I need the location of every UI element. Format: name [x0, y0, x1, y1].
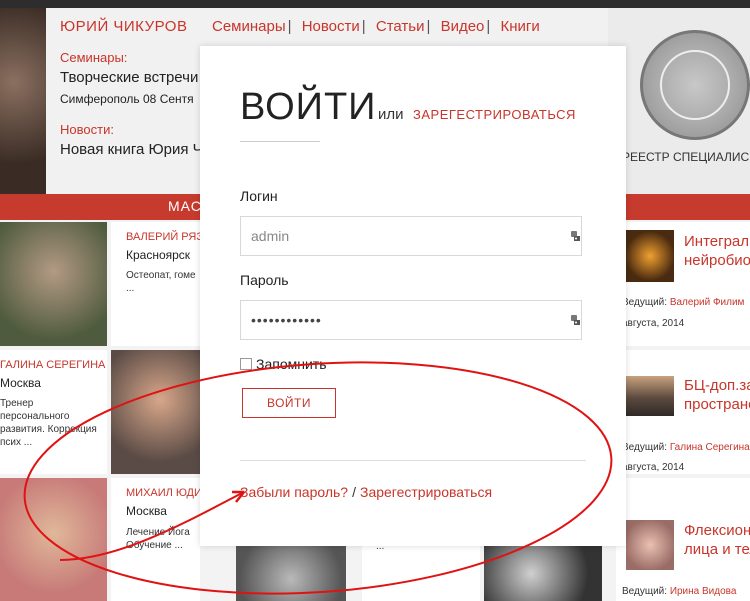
news-headline[interactable]: Новая книга Юрия Ч: [60, 141, 203, 158]
news-title[interactable]: Интеграл: [684, 232, 749, 251]
specialist-name[interactable]: МИХАИЛ ЮДИН: [126, 487, 210, 499]
news-label: Новости:: [60, 122, 114, 137]
remember-row: Запомнить: [240, 356, 327, 372]
remember-label[interactable]: Запомнить: [256, 356, 327, 372]
specialist-city: Красноярск: [126, 248, 191, 262]
specialist-desc: Тренер персонального развития. Коррекция…: [0, 398, 97, 448]
nav-books[interactable]: Книги: [500, 18, 539, 35]
password-label: Пароль: [240, 272, 289, 288]
key-icon[interactable]: [569, 230, 581, 242]
news-title[interactable]: лица и тел: [684, 540, 750, 559]
specialist-photo[interactable]: [0, 222, 107, 346]
seminars-label: Семинары:: [60, 50, 128, 65]
top-bar: [0, 0, 750, 8]
news-meta: Ведущий: Валерий Филим: [622, 297, 744, 308]
nav-articles[interactable]: Статьи: [376, 18, 425, 35]
news-author[interactable]: Галина Серегина: [670, 442, 750, 453]
specialist-desc: Лечение Йога Обучение ...: [126, 527, 190, 551]
specialist-name[interactable]: ГАЛИНА СЕРЕГИНА: [0, 359, 105, 371]
specialist-photo[interactable]: [236, 546, 346, 601]
specialist-city: Москва: [0, 376, 41, 390]
news-title[interactable]: пространс: [684, 395, 750, 414]
news-meta-prefix: Ведущий:: [622, 442, 670, 453]
logo-ring-icon: [660, 50, 730, 120]
news-date: августа, 2014: [622, 462, 685, 473]
hero-photo: [0, 8, 46, 194]
news-meta: Ведущий: Ирина Видова: [622, 586, 736, 597]
news-title[interactable]: нейробио: [684, 251, 750, 270]
forgot-password-link[interactable]: Забыли пароль?: [240, 484, 348, 500]
specialist-photo[interactable]: [0, 478, 107, 601]
specialist-card[interactable]: [362, 546, 480, 601]
password-input[interactable]: [240, 300, 582, 340]
news-meta: Ведущий: Галина Серегина: [622, 442, 750, 453]
news-author[interactable]: Валерий Филим: [670, 297, 745, 308]
login-label: Логин: [240, 188, 278, 204]
specialist-photo[interactable]: [484, 546, 602, 601]
news-date: августа, 2014: [622, 318, 685, 329]
site-brand[interactable]: ЮРИЙ ЧИКУРОВ: [60, 18, 187, 35]
nav-news[interactable]: Новости: [302, 18, 360, 35]
modal-links: Забыли пароль? / Зарегестрироваться: [240, 484, 492, 500]
title-underline: [240, 141, 320, 142]
news-thumbnail[interactable]: [626, 230, 674, 282]
remember-checkbox[interactable]: [240, 358, 252, 370]
specialist-photo[interactable]: [111, 350, 200, 474]
nav-seminars[interactable]: Семинары: [212, 18, 286, 35]
news-meta-prefix: Ведущий:: [622, 586, 670, 597]
news-title[interactable]: Флексион: [684, 521, 750, 540]
news-meta-prefix: Ведущий:: [622, 297, 670, 308]
register-link-bottom[interactable]: Зарегестрироваться: [360, 484, 492, 500]
news-thumbnail[interactable]: [626, 520, 674, 570]
links-separator: /: [352, 484, 356, 500]
key-icon[interactable]: [569, 314, 581, 326]
register-link-top[interactable]: ЗАРЕГЕСТРИРОВАТЬСЯ: [413, 107, 576, 122]
login-title: ВОЙТИ: [240, 86, 377, 128]
specialist-desc: Остеопат, гоме ...: [126, 270, 196, 294]
login-or-text: или: [378, 106, 404, 123]
nav-video[interactable]: Видео: [441, 18, 485, 35]
registry-link[interactable]: РЕЕСТР СПЕЦИАЛИС: [622, 150, 749, 164]
news-thumbnail[interactable]: [626, 376, 674, 416]
specialist-city: Москва: [126, 504, 167, 518]
login-submit-button[interactable]: ВОЙТИ: [242, 388, 336, 418]
news-author[interactable]: Ирина Видова: [670, 586, 737, 597]
modal-divider: [240, 460, 586, 461]
specialist-name[interactable]: ВАЛЕРИЙ РЯЗА: [126, 231, 210, 243]
news-title[interactable]: БЦ-доп.за: [684, 376, 750, 395]
seminar-title[interactable]: Творческие встречи: [60, 69, 198, 86]
section-banner-label: МАС: [168, 198, 202, 214]
login-input[interactable]: [240, 216, 582, 256]
seminar-subtitle: Симферополь 08 Сентя: [60, 92, 194, 106]
main-nav: Семинары | Новости | Статьи | Видео | Книги: [212, 18, 540, 35]
